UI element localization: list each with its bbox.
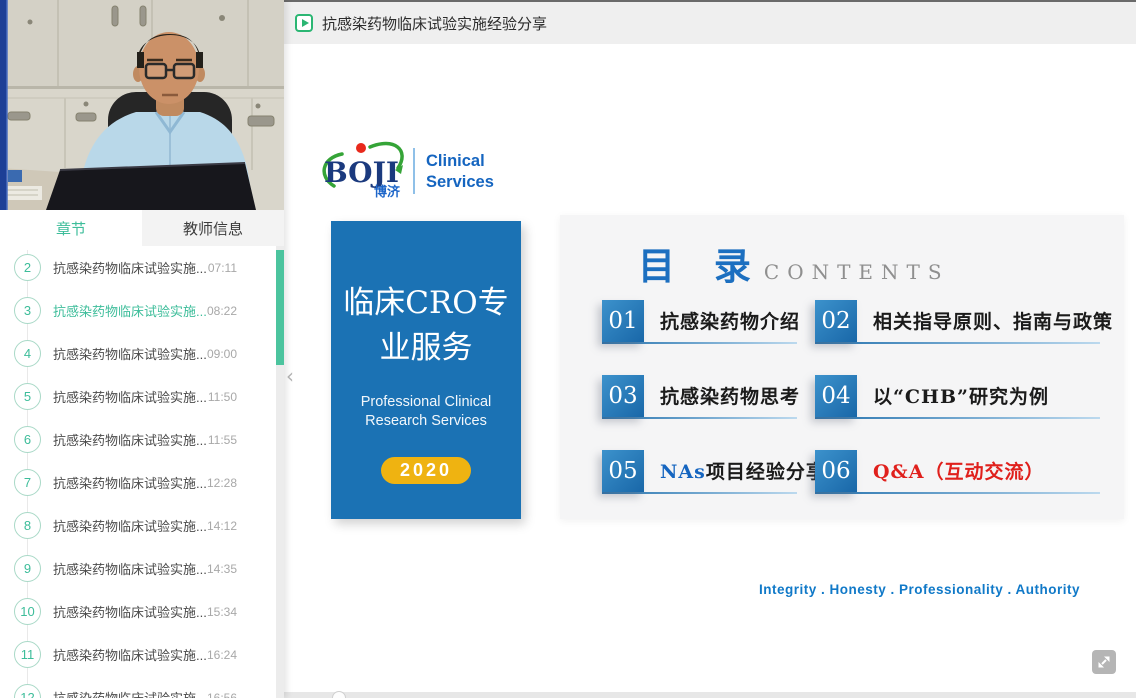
contents-heading: 目 录 CONTENTS [638,236,950,290]
chapter-number: 5 [14,383,41,410]
chapter-time: 14:12 [207,519,237,533]
sidebar-scrollbar-thumb[interactable] [276,250,284,365]
course-title: 抗感染药物临床试验实施经验分享 [322,13,547,34]
toc-underline [602,492,797,494]
chapter-time: 07:11 [208,261,237,275]
chapter-item[interactable]: 12 抗感染药物临床试验实施... 16:56 [0,676,284,698]
chapter-number: 4 [14,340,41,367]
toc-item-06: 06 Q&A（互动交流） [815,450,1115,500]
chapter-item[interactable]: 7 抗感染药物临床试验实施... 12:28 [0,461,284,504]
chapter-title: 抗感染药物临床试验实施... [53,688,207,698]
logo-service-line2: Services [426,173,494,191]
chapter-number: 11 [14,641,41,668]
webcam-video[interactable] [0,0,284,210]
chapter-item[interactable]: 11 抗感染药物临床试验实施... 16:24 [0,633,284,676]
chapter-title: 抗感染药物临床试验实施... [53,473,207,492]
sidebar-tabs: 章节 教师信息 [0,210,284,246]
toc-underline [815,492,1100,494]
toc-label-prefix: NAs [660,461,706,483]
chapter-title: 抗感染药物临床试验实施... [53,602,207,621]
toc-underline [602,342,797,344]
toc-label: 以“CHB”研究为例 [873,382,1049,409]
chapter-title: 抗感染药物临床试验实施... [53,645,207,664]
chapter-title: 抗感染药物临床试验实施... [53,258,207,277]
chapter-number: 6 [14,426,41,453]
contents-heading-cn: 目 录 [638,236,764,290]
chapter-title: 抗感染药物临床试验实施... [53,430,207,449]
chapter-number: 3 [14,297,41,324]
fullscreen-button[interactable] [1092,650,1116,674]
chapter-time: 09:00 [207,347,237,361]
sidebar-scrollbar-track [276,246,284,698]
toc-label: Q&A（互动交流） [873,457,1044,484]
year-badge: 2020 [381,457,471,484]
tab-teacher-info[interactable]: 教师信息 [142,210,284,246]
logo-red-dot [356,143,366,153]
toc-number: 03 [602,375,644,417]
chapter-item[interactable]: 2 抗感染药物临床试验实施... 07:11 [0,246,284,289]
contents-heading-en: CONTENTS [764,260,950,284]
slogan-text: Integrity . Honesty . Professionality . … [759,582,1080,597]
chapter-time: 11:50 [208,390,237,404]
collapse-sidebar-chevron-icon[interactable]: ‹ [286,364,294,388]
chapter-title: 抗感染药物临床试验实施... [53,559,207,578]
chapter-time: 16:24 [207,648,237,662]
chapter-item[interactable]: 8 抗感染药物临床试验实施... 14:12 [0,504,284,547]
bottom-handle[interactable] [332,691,346,698]
toc-number: 02 [815,300,857,342]
tab-chapters[interactable]: 章节 [0,210,142,246]
toc-underline [815,417,1100,419]
play-icon [295,14,313,32]
chapter-time: 14:35 [207,562,237,576]
bottom-strip [284,692,1136,698]
card-title: 临床CRO专 业服务 [331,281,521,371]
chapter-item[interactable]: 9 抗感染药物临床试验实施... 14:35 [0,547,284,590]
chapter-number: 8 [14,512,41,539]
chapter-time: 16:56 [207,691,237,698]
chapter-time: 12:28 [207,476,237,490]
toc-label: 抗感染药物思考 [660,382,800,409]
chapter-number: 12 [14,684,41,698]
chapter-item[interactable]: 6 抗感染药物临床试验实施... 11:55 [0,418,284,461]
toc-item-04: 04 以“CHB”研究为例 [815,375,1115,425]
expand-arrows-icon [1092,650,1116,674]
chapter-item[interactable]: 4 抗感染药物临床试验实施... 09:00 [0,332,284,375]
toc-number: 05 [602,450,644,492]
presenter-illustration [0,0,284,210]
chapter-time: 11:55 [208,433,237,447]
chapter-time: 08:22 [207,304,237,318]
chapter-number: 7 [14,469,41,496]
sidebar: 章节 教师信息 2 抗感染药物临床试验实施... 07:11 3 抗感染药物临床… [0,0,284,698]
chapter-title: 抗感染药物临床试验实施... [53,387,207,406]
chapter-item[interactable]: 10 抗感染药物临床试验实施... 15:34 [0,590,284,633]
video-course-page: 章节 教师信息 2 抗感染药物临床试验实施... 07:11 3 抗感染药物临床… [0,0,1136,698]
toc-number: 04 [815,375,857,417]
chapter-item[interactable]: 5 抗感染药物临床试验实施... 11:50 [0,375,284,418]
chapter-title: 抗感染药物临床试验实施... [53,301,207,320]
chapter-number: 2 [14,254,41,281]
boji-logo: BOJI 博济 Clinical Services [322,140,522,207]
chapter-list: 2 抗感染药物临床试验实施... 07:11 3 抗感染药物临床试验实施... … [0,246,284,698]
cro-services-card: 临床CRO专 业服务 Professional Clinical Researc… [331,221,521,519]
chapter-title: 抗感染药物临床试验实施... [53,516,207,535]
logo-brand-cn: 博济 [374,184,401,199]
toc-underline [602,417,797,419]
chapter-item-active[interactable]: 3 抗感染药物临床试验实施... 08:22 [0,289,284,332]
chapter-number: 10 [14,598,41,625]
toc-item-02: 02 相关指导原则、指南与政策 [815,300,1115,350]
toc-label: NAs项目经验分享 [660,457,826,484]
toc-number: 06 [815,450,857,492]
chapter-time: 15:34 [207,605,237,619]
chapter-title: 抗感染药物临床试验实施... [53,344,207,363]
toc-label: 相关指导原则、指南与政策 [873,307,1113,334]
chapter-number: 9 [14,555,41,582]
course-header: 抗感染药物临床试验实施经验分享 [284,0,1136,44]
card-subtitle: Professional Clinical Research Services [331,393,521,431]
main-content: 抗感染药物临床试验实施经验分享 ‹ BOJI 博济 Clinical Servi… [284,0,1136,698]
toc-label: 抗感染药物介绍 [660,307,800,334]
toc-underline [815,342,1100,344]
toc-number: 01 [602,300,644,342]
logo-service-line1: Clinical [426,152,485,170]
